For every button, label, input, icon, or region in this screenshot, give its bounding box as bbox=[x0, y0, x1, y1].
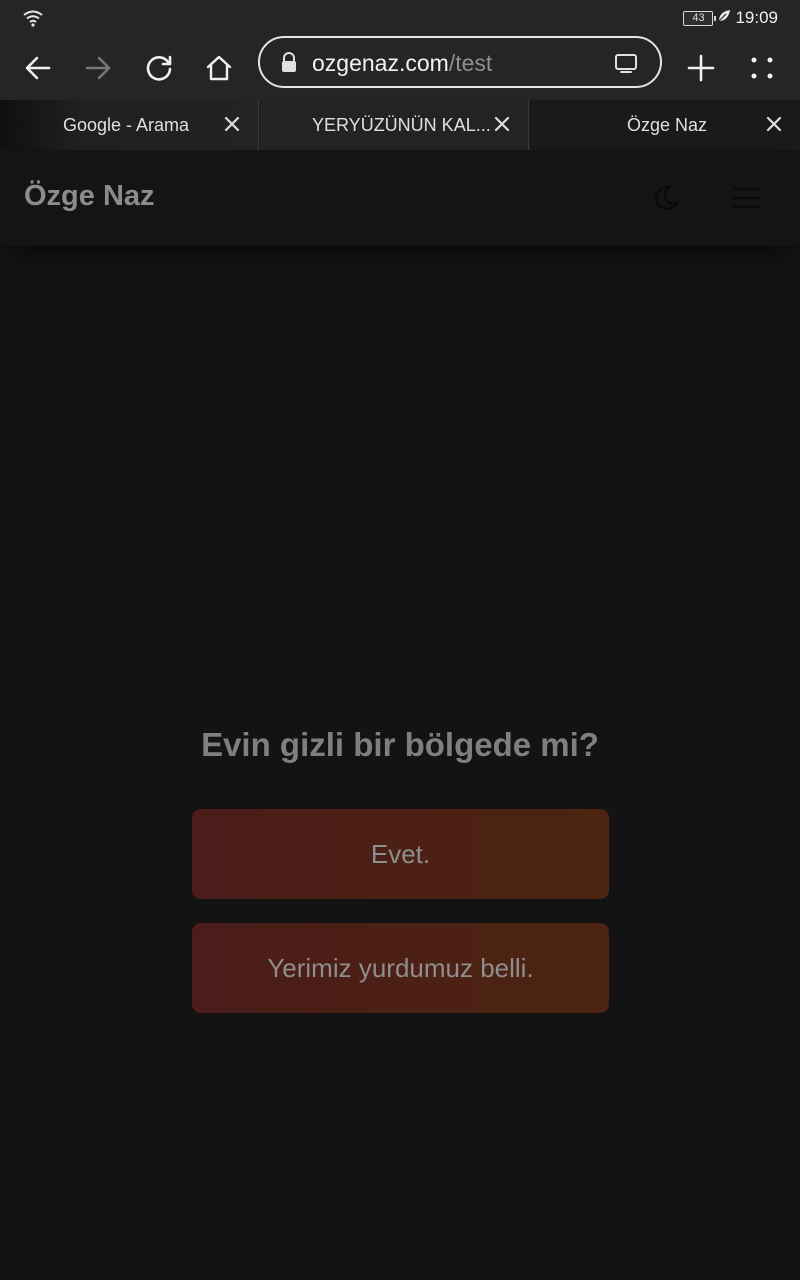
quiz-content: Evin gizli bir bölgede mi? Evet. Yerimiz… bbox=[0, 246, 800, 1280]
tab-ozge-naz[interactable]: Özge Naz bbox=[530, 100, 800, 150]
moon-icon[interactable] bbox=[652, 184, 680, 217]
tab-yeryuzunun[interactable]: YERYÜZÜNÜN KAL... bbox=[260, 100, 529, 150]
menu-button[interactable] bbox=[740, 46, 784, 90]
url-domain: ozgenaz.com bbox=[312, 50, 449, 76]
close-icon[interactable] bbox=[492, 114, 512, 139]
close-icon[interactable] bbox=[222, 114, 242, 139]
answer-button-known-place[interactable]: Yerimiz yurdumuz belli. bbox=[192, 923, 609, 1013]
back-button[interactable] bbox=[16, 46, 60, 90]
tab-label: YERYÜZÜNÜN KAL... bbox=[312, 114, 491, 135]
hamburger-menu-icon[interactable] bbox=[732, 186, 762, 215]
reload-button[interactable] bbox=[137, 46, 181, 90]
url-path: /test bbox=[448, 50, 493, 76]
arrow-right-icon bbox=[85, 56, 111, 80]
forward-button[interactable] bbox=[76, 46, 120, 90]
tabs-overview-icon[interactable] bbox=[614, 52, 638, 79]
home-icon bbox=[206, 55, 232, 81]
tab-strip: Google - Arama YERYÜZÜNÜN KAL... Özge Na… bbox=[0, 100, 800, 150]
tab-label: Google - Arama bbox=[63, 114, 190, 135]
status-bar: 43 19:09 bbox=[0, 0, 800, 36]
address-bar[interactable]: ozgenaz.com/test bbox=[258, 36, 662, 100]
new-tab-button[interactable] bbox=[679, 46, 723, 90]
browser-toolbar: ozgenaz.com/test bbox=[0, 36, 800, 100]
leaf-icon bbox=[717, 8, 731, 28]
wifi-icon bbox=[22, 9, 44, 32]
tab-google[interactable]: Google - Arama bbox=[0, 100, 259, 150]
reload-icon bbox=[146, 55, 172, 81]
tab-label: Özge Naz bbox=[627, 114, 708, 135]
site-header: Özge Naz bbox=[0, 150, 800, 246]
home-button[interactable] bbox=[197, 46, 241, 90]
battery-indicator: 43 bbox=[683, 10, 717, 26]
plus-icon bbox=[687, 54, 715, 82]
site-title[interactable]: Özge Naz bbox=[24, 180, 155, 213]
dots-grid-icon bbox=[751, 57, 773, 79]
quiz-question: Evin gizli bir bölgede mi? bbox=[201, 726, 599, 763]
address-bar-pill[interactable]: ozgenaz.com/test bbox=[258, 36, 662, 88]
clock: 19:09 bbox=[735, 8, 778, 27]
url-text: ozgenaz.com/test bbox=[312, 50, 492, 77]
close-icon[interactable] bbox=[764, 114, 784, 139]
lock-icon bbox=[280, 52, 298, 79]
answer-button-yes[interactable]: Evet. bbox=[192, 809, 609, 899]
arrow-left-icon bbox=[25, 56, 51, 80]
